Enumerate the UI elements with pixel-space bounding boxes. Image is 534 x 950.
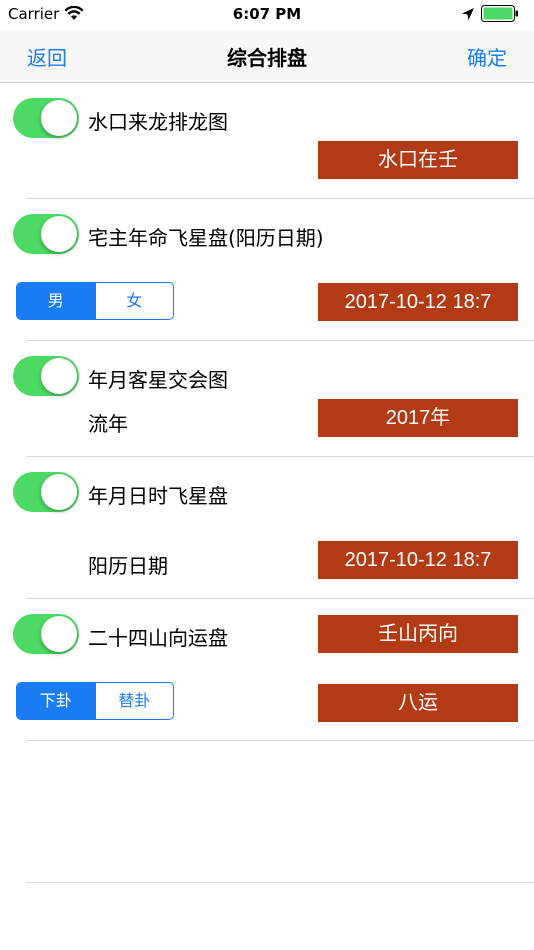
section-label-shuikou-lailong: 水口来龙排龙图 bbox=[88, 110, 228, 134]
divider bbox=[26, 198, 534, 199]
section-label-zhaizhu-nianming: 宅主年命飞星盘(阳历日期) bbox=[88, 226, 324, 250]
liunian-year-button[interactable]: 2017年 bbox=[318, 399, 518, 437]
toggle-knob bbox=[41, 216, 77, 252]
location-arrow-icon bbox=[462, 8, 474, 20]
battery-icon bbox=[481, 5, 519, 22]
toggle-nianyueri-feixing[interactable] bbox=[13, 472, 79, 512]
divider bbox=[26, 882, 534, 883]
page-title: 综合排盘 bbox=[227, 46, 307, 70]
divider bbox=[26, 340, 534, 341]
status-bar: Carrier 6:07 PM bbox=[0, 0, 534, 30]
gua-segmented-control: 下卦 替卦 bbox=[16, 682, 174, 720]
toggle-zhaizhu-nianming[interactable] bbox=[13, 214, 79, 254]
toggle-shuikou-lailong[interactable] bbox=[13, 98, 79, 138]
toggle-knob bbox=[41, 474, 77, 510]
divider bbox=[26, 740, 534, 741]
toggle-knob bbox=[41, 100, 77, 136]
segment-xiagua[interactable]: 下卦 bbox=[17, 683, 95, 719]
divider bbox=[26, 598, 534, 599]
toggle-knob bbox=[41, 358, 77, 394]
segment-female[interactable]: 女 bbox=[94, 283, 174, 319]
toggle-nianyue-kexing[interactable] bbox=[13, 356, 79, 396]
gender-segmented-control: 男 女 bbox=[16, 282, 174, 320]
clock: 6:07 PM bbox=[232, 5, 302, 23]
zhaizhu-date-button[interactable]: 2017-10-12 18:7 bbox=[318, 283, 518, 321]
section-label-nianyueri-feixing: 年月日时飞星盘 bbox=[88, 484, 228, 508]
feixing-date-button[interactable]: 2017-10-12 18:7 bbox=[318, 541, 518, 579]
section-label-nianyue-kexing: 年月客星交会图 bbox=[88, 368, 228, 392]
divider bbox=[26, 456, 534, 457]
yun-value-button[interactable]: 八运 bbox=[318, 684, 518, 722]
segment-male[interactable]: 男 bbox=[17, 283, 95, 319]
yangli-date-label: 阳历日期 bbox=[88, 554, 168, 578]
toggle-ershisi-shanxiang[interactable] bbox=[13, 614, 79, 654]
section-label-ershisi-shanxiang: 二十四山向运盘 bbox=[88, 626, 228, 650]
toggle-knob bbox=[41, 616, 77, 652]
segment-tigua[interactable]: 替卦 bbox=[94, 683, 174, 719]
confirm-button[interactable]: 确定 bbox=[467, 42, 507, 71]
shanxiang-value-button[interactable]: 壬山丙向 bbox=[318, 615, 518, 653]
liunian-label: 流年 bbox=[88, 412, 128, 436]
shuikou-value-button[interactable]: 水口在壬 bbox=[318, 141, 518, 179]
